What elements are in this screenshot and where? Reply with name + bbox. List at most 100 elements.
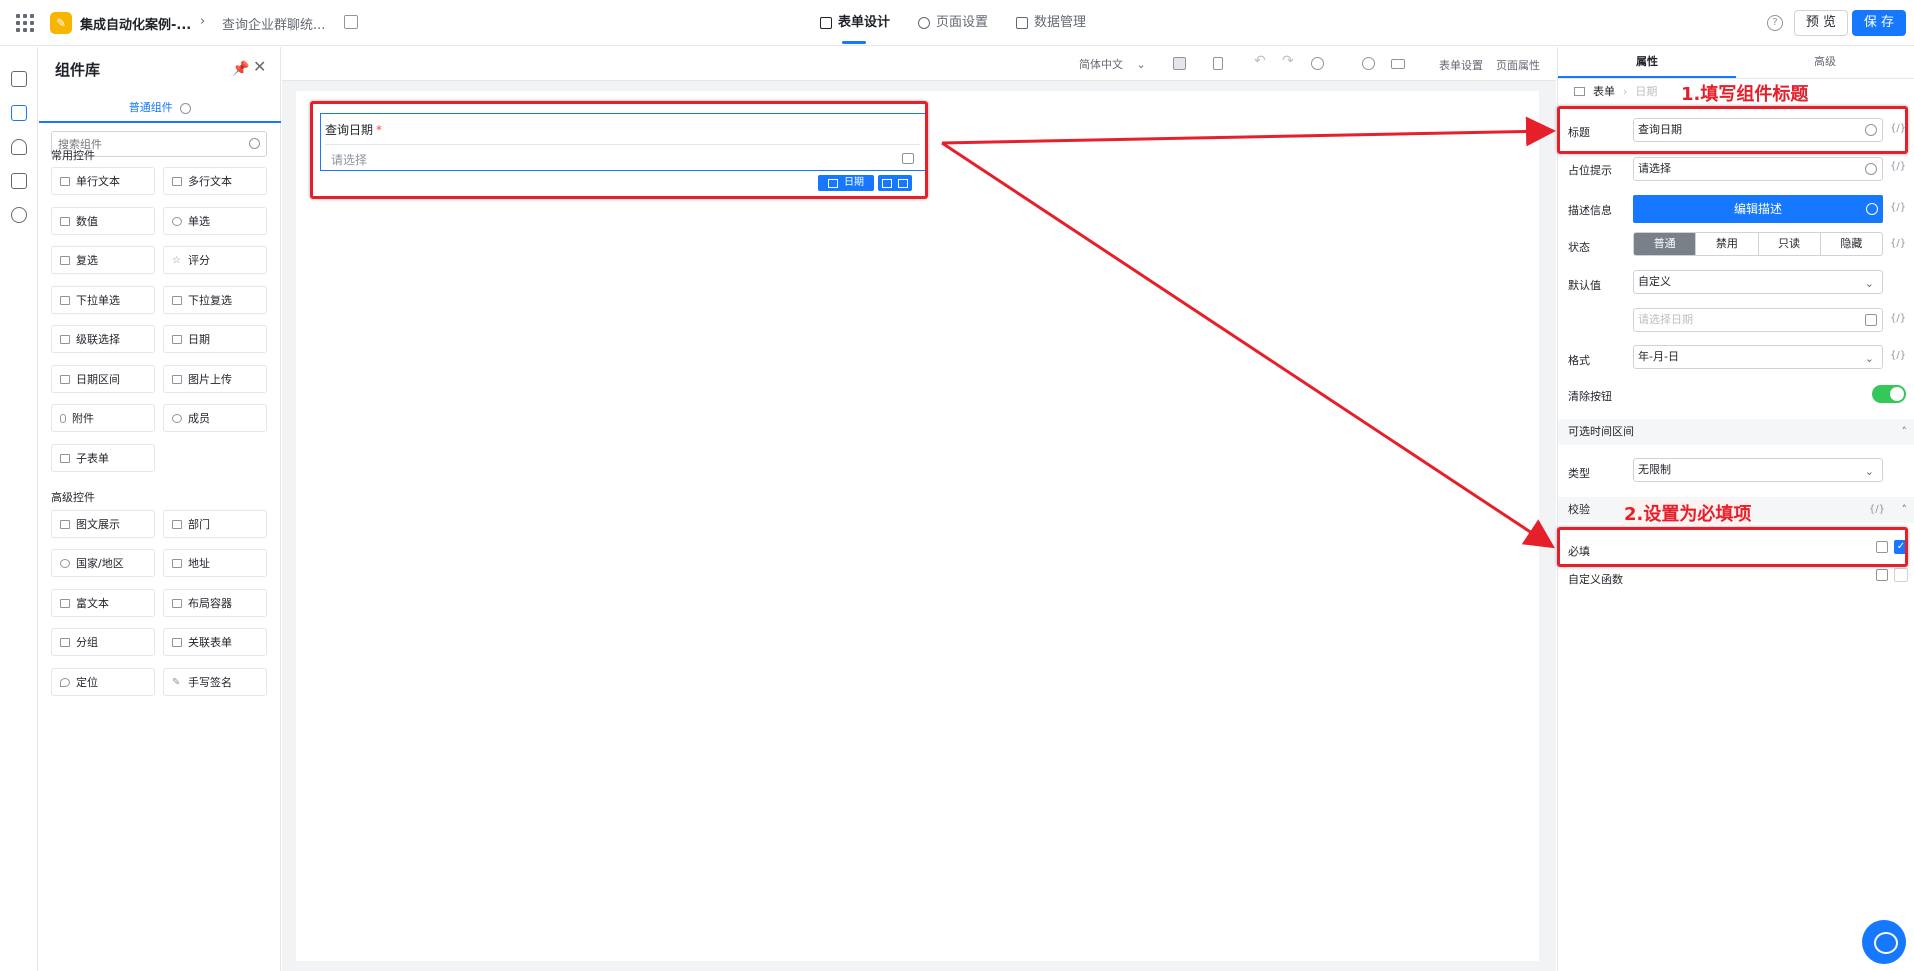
comp-country-region[interactable]: 国家/地区 — [51, 549, 155, 577]
support-chat-icon[interactable] — [1862, 920, 1906, 964]
status-normal[interactable]: 普通 — [1634, 233, 1697, 255]
table-icon — [1016, 17, 1029, 29]
comp-dropdown-multi[interactable]: 下拉复选 — [163, 286, 267, 314]
calendar-icon[interactable] — [1865, 314, 1877, 326]
comp-layout-container[interactable]: 布局容器 — [163, 589, 267, 617]
tab-common-components[interactable]: 普通组件 — [39, 95, 281, 123]
history-icon[interactable] — [1311, 57, 1324, 70]
comp-related-form[interactable]: 关联表单 — [163, 628, 267, 656]
status-disabled[interactable]: 禁用 — [1696, 233, 1759, 255]
components-icon[interactable] — [11, 105, 27, 121]
database-icon[interactable] — [11, 139, 27, 155]
formula-icon[interactable]: {/} — [1890, 202, 1906, 213]
default-date-input[interactable]: 请选择日期 — [1633, 308, 1883, 332]
comp-label: 富文本 — [76, 597, 109, 610]
placeholder-input[interactable]: 请选择 — [1633, 157, 1883, 181]
js-code-icon[interactable] — [11, 173, 27, 189]
tab-page-settings[interactable]: 页面设置 — [918, 0, 988, 46]
comp-number[interactable]: 数值 — [51, 207, 155, 235]
page-properties-button[interactable]: 页面属性 — [1496, 57, 1540, 73]
redo-icon[interactable]: ↷ — [1282, 53, 1295, 69]
chevron-right-icon: › — [1623, 84, 1628, 98]
default-value-select[interactable]: 自定义 ⌄ — [1633, 270, 1883, 294]
formula-icon[interactable]: {/} — [1890, 350, 1906, 361]
textarea-icon — [172, 176, 182, 186]
desktop-icon[interactable] — [1173, 57, 1186, 70]
comp-date[interactable]: 日期 — [163, 325, 267, 353]
org-icon — [172, 519, 182, 529]
comp-date-range[interactable]: 日期区间 — [51, 365, 155, 393]
comp-image-upload[interactable]: 图片上传 — [163, 365, 267, 393]
edit-icon[interactable] — [344, 15, 358, 29]
comp-single-line-text[interactable]: 单行文本 — [51, 167, 155, 195]
globe-icon[interactable] — [1865, 163, 1877, 175]
status-hidden[interactable]: 隐藏 — [1821, 233, 1882, 255]
search-icon[interactable] — [249, 138, 260, 149]
time-range-section[interactable]: 可选时间区间 ˄ — [1558, 419, 1914, 445]
mobile-icon[interactable] — [1213, 57, 1223, 70]
description-label: 描述信息 — [1568, 204, 1612, 217]
comp-rich-display[interactable]: 图文展示 — [51, 510, 155, 538]
paperclip-icon — [60, 413, 66, 423]
globe-icon[interactable] — [1866, 203, 1878, 215]
formula-icon[interactable]: {/} — [1890, 313, 1906, 324]
tab-advanced[interactable]: 高级 — [1736, 47, 1914, 78]
comp-rating[interactable]: ☆ 评分 — [163, 246, 267, 274]
comp-label: 定位 — [76, 676, 98, 689]
app-name[interactable]: 集成自动化案例-... — [80, 14, 191, 33]
tab-form-design[interactable]: 表单设计 — [820, 0, 890, 46]
comp-group[interactable]: 分组 — [51, 628, 155, 656]
custom-function-checkbox[interactable] — [1894, 568, 1908, 582]
form-settings-button[interactable]: 表单设置 — [1439, 57, 1483, 73]
comp-attachment[interactable]: 附件 — [51, 404, 155, 432]
page-name[interactable]: 查询企业群聊统... — [222, 14, 325, 33]
comp-label: 单选 — [188, 215, 210, 228]
common-group-title: 常用控件 — [51, 149, 95, 162]
preview-button[interactable]: 预 览 — [1794, 10, 1848, 36]
help-icon[interactable]: ? — [1767, 15, 1783, 31]
status-readonly[interactable]: 只读 — [1759, 233, 1821, 255]
formula-icon[interactable]: {/} — [1890, 238, 1906, 249]
placeholder-label: 占位提示 — [1568, 164, 1612, 177]
edit-description-button[interactable]: 编辑描述 — [1633, 195, 1883, 223]
tab-properties[interactable]: 属性 — [1558, 47, 1736, 78]
comp-member[interactable]: 成员 — [163, 404, 267, 432]
help-icon[interactable] — [180, 102, 192, 114]
comp-checkbox[interactable]: 复选 — [51, 246, 155, 274]
pin-icon[interactable]: 📌 — [232, 61, 249, 77]
formula-icon[interactable]: {/} — [1869, 497, 1885, 523]
keyboard-icon[interactable] — [1391, 59, 1405, 69]
close-icon[interactable]: ✕ — [253, 57, 266, 76]
app-grid-icon[interactable] — [16, 14, 34, 32]
chevron-down-icon: ⌄ — [1864, 277, 1874, 290]
comp-rich-text[interactable]: 富文本 — [51, 589, 155, 617]
language-select[interactable]: 简体中文 ⌄ — [1079, 56, 1146, 72]
search-icon[interactable] — [1362, 57, 1375, 70]
component-library-title: 组件库 — [55, 61, 101, 79]
comp-radio[interactable]: 单选 — [163, 207, 267, 235]
comp-subform[interactable]: 子表单 — [51, 444, 155, 472]
comp-address[interactable]: 地址 — [163, 549, 267, 577]
chevron-down-icon: ⌄ — [1864, 352, 1874, 365]
clear-button-toggle[interactable] — [1872, 385, 1906, 403]
comp-cascader[interactable]: 级联选择 — [51, 325, 155, 353]
formula-icon[interactable]: {/} — [1890, 161, 1906, 172]
type-select[interactable]: 无限制 ⌄ — [1633, 458, 1883, 482]
image-icon — [172, 374, 182, 384]
undo-icon[interactable]: ↶ — [1254, 53, 1267, 69]
group-icon — [60, 637, 70, 647]
format-select[interactable]: 年-月-日 ⌄ — [1633, 345, 1883, 369]
save-button[interactable]: 保 存 — [1852, 10, 1906, 36]
comp-signature[interactable]: ✎ 手写签名 — [163, 668, 267, 696]
tab-data-management[interactable]: 数据管理 — [1016, 0, 1086, 46]
comp-department[interactable]: 部门 — [163, 510, 267, 538]
edit-icon[interactable] — [1876, 569, 1888, 581]
outline-tree-icon[interactable] — [11, 71, 27, 87]
format-label: 格式 — [1568, 354, 1590, 367]
crumb-root[interactable]: 表单 — [1593, 83, 1615, 99]
comp-location[interactable]: 定位 — [51, 668, 155, 696]
comp-multi-line-text[interactable]: 多行文本 — [163, 167, 267, 195]
globe-icon[interactable] — [11, 207, 27, 223]
comp-dropdown-single[interactable]: 下拉单选 — [51, 286, 155, 314]
comp-label: 图文展示 — [76, 518, 120, 531]
